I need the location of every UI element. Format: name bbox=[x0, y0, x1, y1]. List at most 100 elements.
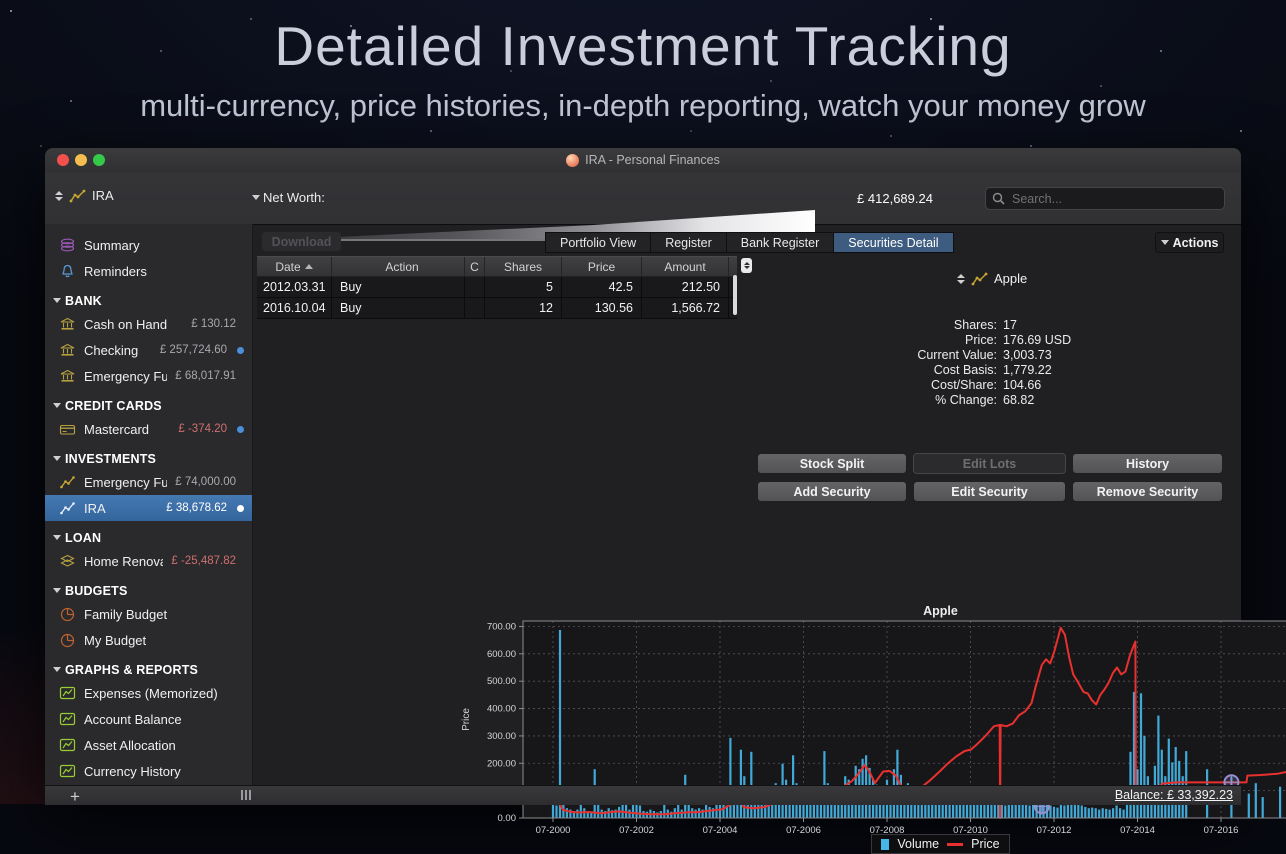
tab-bank-register[interactable]: Bank Register bbox=[727, 233, 834, 252]
sidebar-item-label: Cash on Hand bbox=[84, 317, 183, 332]
sidebar-section-budgets[interactable]: BUDGETS bbox=[45, 580, 252, 601]
col-date[interactable]: Date bbox=[257, 257, 332, 276]
security-selector[interactable]: Apple bbox=[957, 271, 1027, 286]
net-worth-selector[interactable]: Net Worth: bbox=[252, 190, 325, 205]
cell-amount: 1,566.72 bbox=[642, 298, 729, 318]
sidebar-section-graphs-reports[interactable]: GRAPHS & REPORTS bbox=[45, 659, 252, 680]
disclosure-icon[interactable] bbox=[53, 456, 61, 461]
sidebar-item-ira-selected[interactable]: IRA £ 38,678.62 bbox=[45, 495, 252, 521]
sidebar-item-cash-on-hand[interactable]: Cash on Hand £ 130.12 bbox=[45, 311, 252, 337]
search-input[interactable] bbox=[1010, 191, 1218, 207]
section-title: INVESTMENTS bbox=[65, 452, 156, 466]
edit-lots-button[interactable]: Edit Lots bbox=[913, 453, 1066, 474]
sidebar-item-account-balance[interactable]: Account Balance bbox=[45, 706, 252, 732]
balance-total[interactable]: Balance: £ 33,392.23 bbox=[1115, 788, 1233, 802]
disclosure-icon[interactable] bbox=[53, 667, 61, 672]
chart-legend: Volume Price bbox=[871, 834, 1009, 854]
stepper-icon[interactable] bbox=[55, 191, 63, 201]
sidebar-item-label: Asset Allocation bbox=[84, 738, 244, 753]
sidebar-item-currency-history[interactable]: Currency History bbox=[45, 758, 252, 784]
bank-icon bbox=[59, 317, 76, 331]
sidebar-item-summary[interactable]: Summary bbox=[45, 232, 252, 258]
stepper-icon[interactable] bbox=[957, 274, 965, 284]
table-row[interactable]: 2012.03.31 Buy 5 42.5 212.50 bbox=[257, 277, 737, 298]
sidebar-item-home-renovation[interactable]: Home Renova... £ -25,487.82 bbox=[45, 548, 252, 574]
sidebar-item-emergency-fund-bank[interactable]: Emergency Fu... £ 68,017.91 bbox=[45, 363, 252, 389]
sidebar-section-investments[interactable]: INVESTMENTS bbox=[45, 448, 252, 469]
column-stepper-icon[interactable] bbox=[741, 258, 752, 273]
sidebar-item-label: Expenses (Memorized) bbox=[84, 686, 244, 701]
sidebar-item-label: My Budget bbox=[84, 633, 244, 648]
svg-text:400.00: 400.00 bbox=[487, 704, 516, 715]
col-label: Date bbox=[275, 260, 300, 274]
sidebar[interactable]: Summary Reminders BANK Cash on Hand £ 13… bbox=[45, 224, 253, 785]
col-amount[interactable]: Amount bbox=[642, 257, 729, 276]
sidebar-item-family-budget[interactable]: Family Budget bbox=[45, 601, 252, 627]
col-label: C bbox=[470, 260, 479, 274]
table-header[interactable]: Date Action C Shares Price Amount bbox=[257, 256, 737, 277]
pie-chart-icon bbox=[59, 607, 76, 622]
sidebar-item-asset-allocation[interactable]: Asset Allocation bbox=[45, 732, 252, 758]
add-security-button[interactable]: Add Security bbox=[757, 481, 907, 502]
cell-cleared bbox=[465, 298, 485, 318]
edit-security-button[interactable]: Edit Security bbox=[913, 481, 1066, 502]
net-worth-value: £ 412,689.24 bbox=[840, 191, 950, 206]
sidebar-item-expenses-memorized[interactable]: Expenses (Memorized) bbox=[45, 680, 252, 706]
sync-dot bbox=[237, 426, 244, 433]
col-action[interactable]: Action bbox=[332, 257, 465, 276]
col-cleared[interactable]: C bbox=[465, 257, 485, 276]
sidebar-section-loan[interactable]: LOAN bbox=[45, 527, 252, 548]
security-name: Apple bbox=[994, 271, 1027, 286]
col-shares[interactable]: Shares bbox=[485, 257, 562, 276]
sidebar-item-emergency-fund-investment[interactable]: Emergency Fu... £ 74,000.00 bbox=[45, 469, 252, 495]
cell-amount: 212.50 bbox=[642, 277, 729, 297]
disclosure-icon[interactable] bbox=[53, 403, 61, 408]
search-field[interactable] bbox=[985, 187, 1225, 210]
add-account-button[interactable]: + bbox=[70, 787, 80, 807]
col-label: Amount bbox=[664, 260, 705, 274]
account-amount: £ 130.12 bbox=[191, 318, 236, 330]
col-price[interactable]: Price bbox=[562, 257, 642, 276]
section-title: BANK bbox=[65, 294, 102, 308]
stock-split-button[interactable]: Stock Split bbox=[757, 453, 907, 474]
disclosure-icon[interactable] bbox=[53, 535, 61, 540]
sidebar-item-label: Currency History bbox=[84, 764, 244, 779]
table-scrollbar[interactable] bbox=[733, 275, 737, 315]
title-bar[interactable]: IRA - Personal Finances bbox=[45, 148, 1241, 173]
sidebar-section-credit-cards[interactable]: CREDIT CARDS bbox=[45, 395, 252, 416]
sidebar-item-label: Mastercard bbox=[84, 422, 170, 437]
account-selector[interactable]: IRA bbox=[55, 188, 114, 203]
report-chart-icon bbox=[59, 764, 76, 778]
bank-icon bbox=[59, 343, 76, 357]
tab-register[interactable]: Register bbox=[651, 233, 726, 252]
sidebar-item-reminders[interactable]: Reminders bbox=[45, 258, 252, 284]
detail-value: 17 bbox=[1003, 318, 1143, 333]
minimize-button[interactable] bbox=[75, 154, 87, 166]
remove-security-button[interactable]: Remove Security bbox=[1072, 481, 1223, 502]
sidebar-resize-handle[interactable] bbox=[241, 790, 251, 800]
col-label: Action bbox=[385, 260, 418, 274]
tab-portfolio-view[interactable]: Portfolio View bbox=[546, 233, 650, 252]
disclosure-icon[interactable] bbox=[53, 588, 61, 593]
cell-price: 42.5 bbox=[562, 277, 642, 297]
account-amount: £ 38,678.62 bbox=[166, 502, 227, 514]
actions-label: Actions bbox=[1173, 236, 1219, 250]
sidebar-item-label: Summary bbox=[84, 238, 244, 253]
disclosure-icon[interactable] bbox=[53, 298, 61, 303]
sidebar-item-mastercard[interactable]: Mastercard £ -374.20 bbox=[45, 416, 252, 442]
investment-chart-icon bbox=[59, 476, 76, 489]
col-label: Price bbox=[588, 260, 615, 274]
close-button[interactable] bbox=[57, 154, 69, 166]
download-button[interactable]: Download bbox=[262, 232, 341, 251]
tab-securities-detail[interactable]: Securities Detail bbox=[834, 233, 952, 252]
sidebar-item-checking[interactable]: Checking £ 257,724.60 bbox=[45, 337, 252, 363]
cell-action: Buy bbox=[332, 277, 465, 297]
section-title: LOAN bbox=[65, 531, 101, 545]
sidebar-item-my-budget[interactable]: My Budget bbox=[45, 627, 252, 653]
table-row[interactable]: 2016.10.04 Buy 12 130.56 1,566.72 bbox=[257, 298, 737, 319]
section-title: BUDGETS bbox=[65, 584, 128, 598]
actions-button[interactable]: Actions bbox=[1155, 232, 1224, 253]
sidebar-section-bank[interactable]: BANK bbox=[45, 290, 252, 311]
history-button[interactable]: History bbox=[1072, 453, 1223, 474]
zoom-button[interactable] bbox=[93, 154, 105, 166]
